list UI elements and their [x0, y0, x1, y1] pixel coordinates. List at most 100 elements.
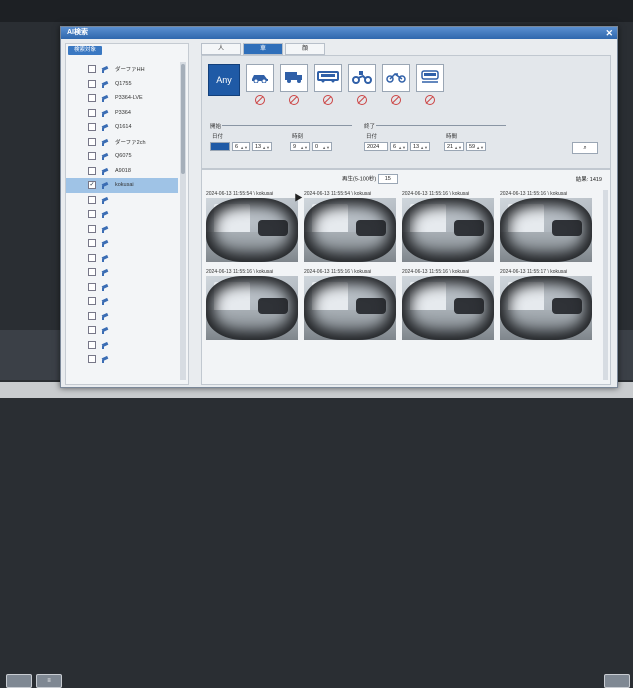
outer-button-3[interactable] [604, 674, 630, 688]
result-thumbnail[interactable] [500, 276, 592, 340]
camera-checkbox[interactable] [88, 123, 96, 132]
spinner-arrows-icon[interactable]: ▲▼ [240, 143, 248, 152]
result-thumbnail[interactable] [402, 198, 494, 262]
camera-row[interactable] [66, 193, 178, 208]
spinner-arrows-icon[interactable]: ▲▼ [300, 143, 308, 152]
camera-row[interactable]: Q6075 [66, 149, 178, 164]
camera-row[interactable]: ✓ kokusai [66, 178, 178, 193]
end-hour-field[interactable]: 21 ▲▼ [444, 142, 464, 151]
type-any-button[interactable]: Any [208, 64, 240, 96]
camera-row[interactable] [66, 280, 178, 295]
camera-row[interactable]: Q1614 [66, 120, 178, 135]
close-icon[interactable]: ✕ [605, 27, 613, 39]
camera-checkbox[interactable] [88, 253, 96, 262]
camera-checkbox[interactable]: ✓ [88, 181, 96, 190]
camera-row[interactable] [66, 323, 178, 338]
camera-row[interactable]: A9018 [66, 164, 178, 179]
camera-row[interactable] [66, 294, 178, 309]
camera-row[interactable] [66, 309, 178, 324]
start-year-field[interactable] [210, 142, 230, 151]
end-day-field[interactable]: 13 ▲▼ [410, 142, 430, 151]
camera-row[interactable] [66, 338, 178, 353]
camera-checkbox[interactable] [88, 282, 96, 291]
spinner-arrows-icon[interactable]: ▲▼ [476, 143, 484, 152]
result-caption: 2024-06-13 11:55:54 \ kokusai [206, 191, 274, 197]
start-month-field[interactable]: 6 ▲▼ [232, 142, 250, 151]
playback-duration-field[interactable]: 15 [377, 174, 398, 184]
camera-row[interactable] [66, 251, 178, 266]
camera-row[interactable] [66, 222, 178, 237]
camera-checkbox[interactable] [88, 65, 96, 74]
result-item[interactable]: 2024-06-13 11:55:16 \ kokusai [402, 268, 494, 340]
camera-row[interactable] [66, 236, 178, 251]
result-thumbnail[interactable] [402, 276, 494, 340]
start-minute-field[interactable]: 0 ▲▼ [312, 142, 332, 151]
results-scrollbar[interactable] [603, 190, 608, 380]
camera-row[interactable] [66, 265, 178, 280]
camera-checkbox[interactable] [88, 79, 96, 88]
result-item[interactable]: 2024-06-13 11:55:16 \ kokusai [500, 190, 592, 262]
result-thumbnail[interactable] [206, 276, 298, 340]
result-item[interactable]: 2024-06-13 11:55:17 \ kokusai [500, 268, 592, 340]
category-tab[interactable]: 人 [201, 43, 241, 55]
end-minute-field[interactable]: 59 ▲▼ [466, 142, 486, 151]
camera-checkbox[interactable] [88, 94, 96, 103]
type-bicycle-button[interactable] [382, 64, 410, 105]
camera-checkbox[interactable] [88, 166, 96, 175]
type-truck-button[interactable] [280, 64, 308, 105]
camera-row[interactable]: ダーファ2ch [66, 135, 178, 150]
camera-row[interactable]: P3364-LVE [66, 91, 178, 106]
type-bus-button[interactable] [314, 64, 342, 105]
spinner-arrows-icon[interactable]: ▲▼ [420, 143, 428, 152]
start-hour-field[interactable]: 9 ▲▼ [290, 142, 310, 151]
camera-checkbox[interactable] [88, 297, 96, 306]
category-tab[interactable]: 車 [243, 43, 283, 55]
camera-icon [102, 153, 110, 161]
camera-row[interactable]: ダーファHH [66, 62, 178, 77]
camera-checkbox[interactable] [88, 108, 96, 117]
spinner-arrows-icon[interactable]: ▲▼ [398, 143, 406, 152]
spinner-arrows-icon[interactable]: ▲▼ [454, 143, 462, 152]
spinner-arrows-icon[interactable]: ▲▼ [322, 143, 330, 152]
result-item[interactable]: 2024-06-13 11:55:16 \ kokusai [402, 190, 494, 262]
camera-icon [102, 226, 110, 233]
camera-row[interactable] [66, 207, 178, 222]
camera-row[interactable]: P3364 [66, 106, 178, 121]
camera-checkbox[interactable] [88, 210, 96, 219]
result-thumbnail[interactable] [500, 198, 592, 262]
spinner-arrows-icon[interactable]: ▲▼ [262, 143, 270, 152]
search-button[interactable]: ⌕ [572, 142, 598, 154]
camera-checkbox[interactable] [88, 239, 96, 248]
camera-checkbox[interactable] [88, 224, 96, 233]
camera-row[interactable] [66, 352, 178, 367]
result-thumbnail[interactable] [206, 198, 298, 262]
camera-checkbox[interactable] [88, 355, 96, 364]
result-thumbnail[interactable] [304, 198, 396, 262]
camera-checkbox[interactable] [88, 340, 96, 349]
camera-checkbox[interactable] [88, 137, 96, 146]
camera-checkbox[interactable] [88, 326, 96, 335]
type-motorcycle-button[interactable] [348, 64, 376, 105]
result-item[interactable]: 2024-06-13 11:55:16 \ kokusai [304, 268, 396, 340]
camera-list-scrollbar[interactable] [180, 62, 186, 380]
result-thumbnail[interactable] [304, 276, 396, 340]
search-target-tab[interactable]: 検索対象 [68, 46, 102, 55]
end-month-field[interactable]: 6 ▲▼ [390, 142, 408, 151]
outer-button-1[interactable] [6, 674, 32, 688]
category-tab[interactable]: 顔 [285, 43, 325, 55]
result-item[interactable]: 2024-06-13 11:55:54 \ kokusai [206, 190, 298, 262]
type-car-button[interactable] [246, 64, 274, 105]
end-year-field[interactable]: 2024 [364, 142, 388, 151]
camera-checkbox[interactable] [88, 311, 96, 320]
result-item[interactable]: 2024-06-13 11:55:16 \ kokusai [206, 268, 298, 340]
outer-button-2[interactable]: ≡ [36, 674, 62, 688]
type-any-label: Any [216, 75, 232, 85]
start-day-field[interactable]: 13 ▲▼ [252, 142, 272, 151]
camera-checkbox[interactable] [88, 268, 96, 277]
camera-checkbox[interactable] [88, 152, 96, 161]
camera-row[interactable]: Q1755 [66, 77, 178, 92]
camera-checkbox[interactable] [88, 195, 96, 204]
type-tram-button[interactable] [416, 64, 444, 105]
result-item[interactable]: 2024-06-13 11:55:54 \ kokusai [304, 190, 396, 262]
scrollbar-thumb[interactable] [181, 64, 185, 174]
